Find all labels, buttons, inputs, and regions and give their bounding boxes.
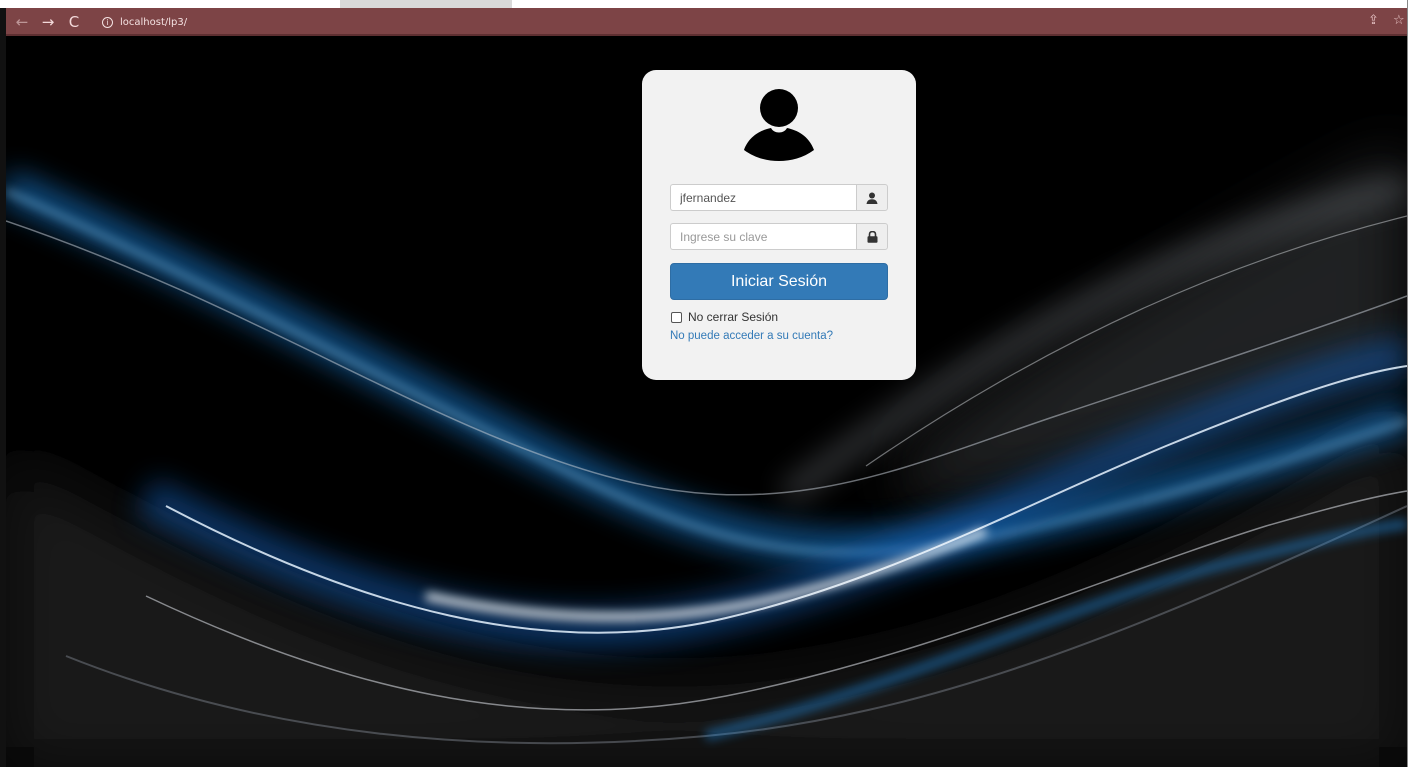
- password-input-group: [670, 223, 888, 250]
- browser-window: ← → C i localhost/lp3/ ⇪ ☆ jfernandez In…: [0, 0, 1413, 767]
- login-button[interactable]: Iniciar Sesión: [670, 263, 888, 300]
- active-tab[interactable]: [340, 0, 512, 8]
- page-viewport: Iniciar Sesión No cerrar Sesión No puede…: [6, 36, 1407, 767]
- address-bar[interactable]: i localhost/lp3/: [92, 11, 1352, 33]
- login-card: Iniciar Sesión No cerrar Sesión No puede…: [642, 70, 916, 380]
- remember-label[interactable]: No cerrar Sesión: [688, 310, 778, 324]
- forward-arrow-icon[interactable]: →: [38, 12, 58, 32]
- browser-toolbar: ← → C i localhost/lp3/ ⇪ ☆: [6, 8, 1407, 36]
- remember-me[interactable]: No cerrar Sesión: [670, 310, 778, 324]
- forgot-account-link[interactable]: No puede acceder a su cuenta?: [670, 330, 833, 342]
- user-avatar-icon: [744, 89, 814, 161]
- url-text[interactable]: localhost/lp3/: [120, 17, 187, 28]
- bookmark-star-icon[interactable]: ☆: [1393, 13, 1405, 28]
- password-input[interactable]: [670, 223, 856, 250]
- remember-checkbox[interactable]: [671, 311, 682, 323]
- site-info-icon[interactable]: i: [102, 16, 113, 28]
- user-icon: [856, 184, 888, 211]
- username-input-group: [670, 184, 888, 211]
- window-right-edge: [1407, 0, 1413, 767]
- reload-icon[interactable]: C: [64, 12, 84, 32]
- lock-icon: [856, 223, 888, 250]
- username-input[interactable]: [670, 184, 856, 211]
- back-arrow-icon[interactable]: ←: [12, 12, 32, 32]
- share-icon[interactable]: ⇪: [1368, 13, 1379, 28]
